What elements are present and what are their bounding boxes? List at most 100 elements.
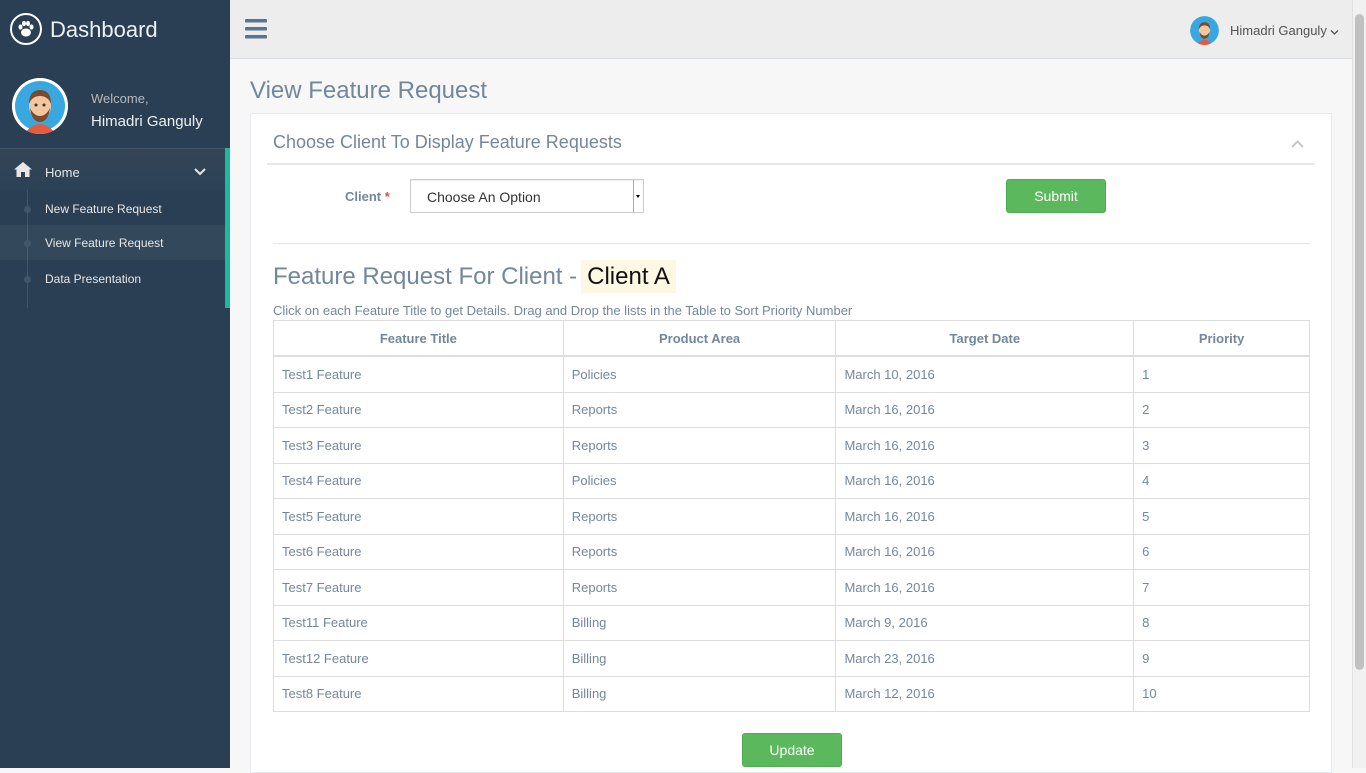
product-area-cell: Billing <box>562 640 837 677</box>
target-date-cell: March 16, 2016 <box>835 569 1135 606</box>
column-header: Feature Title <box>273 320 564 357</box>
sidebar-item-new-feature-request[interactable]: New Feature Request <box>0 191 225 226</box>
chevron-down-icon[interactable] <box>1330 24 1339 39</box>
priority-cell: 5 <box>1133 498 1310 535</box>
target-date-cell: March 9, 2016 <box>835 604 1135 641</box>
required-mark: * <box>384 189 390 204</box>
paw-icon <box>10 13 42 45</box>
brand-title: Dashboard <box>50 17 158 42</box>
scrollbar[interactable] <box>1352 0 1366 768</box>
table-row[interactable]: Test3 Feature Reports March 16, 2016 3 <box>273 427 1310 464</box>
menu-toggle-icon[interactable] <box>245 19 267 42</box>
target-date-cell: March 16, 2016 <box>835 462 1135 499</box>
scrollbar-thumb[interactable] <box>1355 14 1364 670</box>
feature-title-cell[interactable]: Test8 Feature <box>273 675 564 712</box>
client-label: Client * <box>345 189 390 204</box>
feature-title-cell[interactable]: Test7 Feature <box>273 569 564 606</box>
feature-title-cell[interactable]: Test1 Feature <box>273 355 564 393</box>
brand[interactable]: Dashboard <box>0 0 230 60</box>
product-area-cell: Reports <box>562 427 837 464</box>
feature-title-cell[interactable]: Test3 Feature <box>273 427 564 464</box>
target-date-cell: March 16, 2016 <box>835 427 1135 464</box>
profile-name: Himadri Ganguly <box>91 113 203 130</box>
panel-divider <box>267 163 1315 165</box>
welcome-text: Welcome, <box>91 91 149 106</box>
sidebar-item-label: Data Presentation <box>45 272 142 286</box>
sidebar-item-data-presentation[interactable]: Data Presentation <box>0 261 225 296</box>
priority-cell: 6 <box>1133 533 1310 570</box>
product-area-cell: Reports <box>562 533 837 570</box>
page-title: View Feature Request <box>250 77 488 104</box>
target-date-cell: March 10, 2016 <box>835 355 1135 393</box>
panel-title: Choose Client To Display Feature Request… <box>273 132 622 152</box>
table-row[interactable]: Test5 Feature Reports March 16, 2016 5 <box>273 498 1310 535</box>
table-row[interactable]: Test7 Feature Reports March 16, 2016 7 <box>273 569 1310 606</box>
sidebar-item-label: Home <box>45 165 80 180</box>
table-row[interactable]: Test8 Feature Billing March 12, 2016 10 <box>273 675 1310 712</box>
feature-title-cell[interactable]: Test6 Feature <box>273 533 564 570</box>
product-area-cell: Policies <box>562 462 837 499</box>
home-icon <box>14 162 32 180</box>
client-select-value: Choose An Option <box>427 189 541 205</box>
target-date-cell: March 16, 2016 <box>835 533 1135 570</box>
table-row[interactable]: Test1 Feature Policies March 10, 2016 1 <box>273 355 1310 393</box>
feature-table: Feature Title Product Area Target Date P… <box>273 320 1310 712</box>
priority-cell: 4 <box>1133 462 1310 499</box>
update-button[interactable]: Update <box>742 733 842 767</box>
feature-request-heading: Feature Request For Client - Client A <box>273 260 676 293</box>
table-row[interactable]: Test6 Feature Reports March 16, 2016 6 <box>273 533 1310 570</box>
priority-cell: 9 <box>1133 640 1310 677</box>
column-header: Priority <box>1133 320 1310 357</box>
feature-title-cell[interactable]: Test11 Feature <box>273 604 564 641</box>
feature-title-cell[interactable]: Test4 Feature <box>273 462 564 499</box>
panel: Choose Client To Display Feature Request… <box>250 113 1332 773</box>
dropdown-arrow-icon <box>633 180 643 212</box>
priority-cell: 2 <box>1133 391 1310 428</box>
user-menu-name[interactable]: Himadri Ganguly <box>1230 23 1327 38</box>
bullet-icon <box>24 206 31 213</box>
product-area-cell: Policies <box>562 355 837 393</box>
product-area-cell: Reports <box>562 569 837 606</box>
priority-cell: 8 <box>1133 604 1310 641</box>
table-header-row: Feature Title Product Area Target Date P… <box>273 320 1310 357</box>
priority-cell: 3 <box>1133 427 1310 464</box>
avatar <box>12 78 68 134</box>
sidebar-item-label: View Feature Request <box>45 236 164 250</box>
table-hint: Click on each Feature Title to get Detai… <box>273 303 853 318</box>
table-row[interactable]: Test12 Feature Billing March 23, 2016 9 <box>273 640 1310 677</box>
divider <box>273 243 1310 244</box>
column-header: Product Area <box>562 320 837 357</box>
product-area-cell: Billing <box>562 604 837 641</box>
product-area-cell: Billing <box>562 675 837 712</box>
target-date-cell: March 16, 2016 <box>835 498 1135 535</box>
table-row[interactable]: Test11 Feature Billing March 9, 2016 8 <box>273 604 1310 641</box>
submit-button[interactable]: Submit <box>1006 179 1106 213</box>
table-row[interactable]: Test2 Feature Reports March 16, 2016 2 <box>273 391 1310 428</box>
bullet-icon <box>24 240 31 247</box>
feature-title-cell[interactable]: Test2 Feature <box>273 391 564 428</box>
sidebar-item-view-feature-request[interactable]: View Feature Request <box>0 225 225 260</box>
sidebar-item-home[interactable]: Home <box>0 148 230 190</box>
feature-title-cell[interactable]: Test12 Feature <box>273 640 564 677</box>
target-date-cell: March 12, 2016 <box>835 675 1135 712</box>
product-area-cell: Reports <box>562 391 837 428</box>
column-header: Target Date <box>835 320 1135 357</box>
target-date-cell: March 16, 2016 <box>835 391 1135 428</box>
feature-title-cell[interactable]: Test5 Feature <box>273 498 564 535</box>
chevron-down-icon <box>194 164 206 179</box>
priority-cell: 7 <box>1133 569 1310 606</box>
product-area-cell: Reports <box>562 498 837 535</box>
priority-cell: 1 <box>1133 355 1310 393</box>
priority-cell: 10 <box>1133 675 1310 712</box>
bullet-icon <box>24 276 31 283</box>
chevron-up-icon[interactable] <box>1291 136 1304 151</box>
table-row[interactable]: Test4 Feature Policies March 16, 2016 4 <box>273 462 1310 499</box>
submenu: New Feature Request View Feature Request… <box>0 190 230 308</box>
sidebar-item-label: New Feature Request <box>45 202 162 216</box>
top-nav: Himadri Ganguly <box>230 0 1352 59</box>
target-date-cell: March 23, 2016 <box>835 640 1135 677</box>
user-avatar[interactable] <box>1190 16 1219 45</box>
sidebar: Dashboard Welcome, Himadri Ganguly Home <box>0 0 230 768</box>
client-name-highlight: Client A <box>581 260 676 293</box>
client-select[interactable]: Choose An Option <box>410 179 644 213</box>
